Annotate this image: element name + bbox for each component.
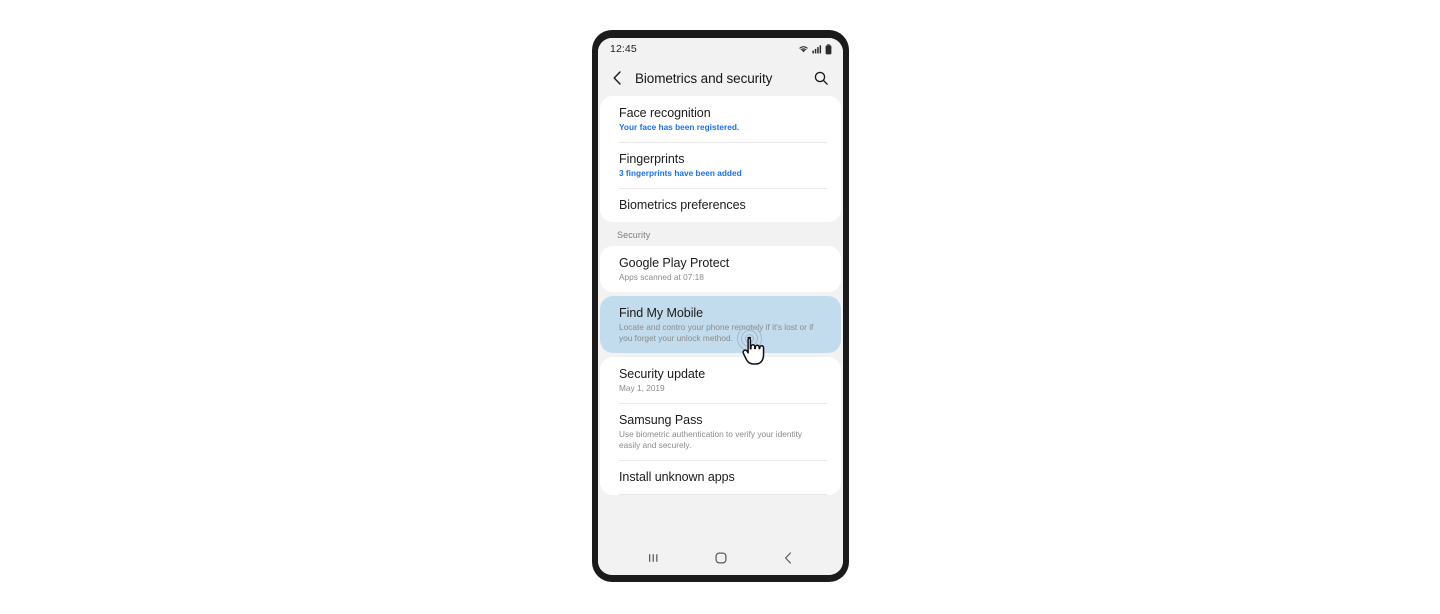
list-bottom-divider xyxy=(600,494,841,495)
settings-group-security-misc: Security update May 1, 2019 Samsung Pass… xyxy=(600,357,841,495)
search-icon[interactable] xyxy=(811,68,831,88)
page-title: Biometrics and security xyxy=(635,70,773,86)
settings-row-find-my-mobile[interactable]: Find My Mobile Locate and contro your ph… xyxy=(600,296,841,353)
navigation-bar xyxy=(598,541,843,575)
row-subtitle: May 1, 2019 xyxy=(619,383,665,393)
settings-row-fingerprints[interactable]: Fingerprints 3 fingerprints have been ad… xyxy=(600,142,841,188)
settings-group-play-protect: Google Play Protect Apps scanned at 07:1… xyxy=(600,246,841,292)
settings-row-biometrics-preferences[interactable]: Biometrics preferences xyxy=(600,188,841,222)
row-title: Install unknown apps xyxy=(619,470,735,484)
row-subtitle: Apps scanned at 07:18 xyxy=(619,272,704,282)
app-bar: Biometrics and security xyxy=(598,60,843,96)
status-bar: 12:45 xyxy=(598,38,843,60)
row-subtitle: 3 fingerprints have been added xyxy=(619,168,742,178)
phone-device-frame: 12:45 Biometrics and security Face recog… xyxy=(592,30,849,582)
home-icon[interactable] xyxy=(704,544,738,572)
wifi-icon xyxy=(798,44,809,54)
row-title: Security update xyxy=(619,367,706,381)
row-subtitle: Locate and contro your phone remotely if… xyxy=(619,322,814,343)
recents-icon[interactable] xyxy=(637,544,671,572)
screenshot-canvas: 12:45 Biometrics and security Face recog… xyxy=(0,0,1440,614)
settings-list[interactable]: Face recognition Your face has been regi… xyxy=(598,96,843,541)
settings-group-biometrics: Face recognition Your face has been regi… xyxy=(600,96,841,222)
row-title: Google Play Protect xyxy=(619,256,730,270)
settings-row-face-recognition[interactable]: Face recognition Your face has been regi… xyxy=(600,96,841,142)
cellular-signal-icon xyxy=(812,44,822,54)
row-subtitle: Use biometric authentication to verify y… xyxy=(619,429,803,450)
section-header-security: Security xyxy=(598,222,843,246)
status-bar-clock: 12:45 xyxy=(610,43,637,55)
settings-group-find-my-mobile: Find My Mobile Locate and contro your ph… xyxy=(600,296,841,353)
settings-row-google-play-protect[interactable]: Google Play Protect Apps scanned at 07:1… xyxy=(600,246,841,292)
row-title: Biometrics preferences xyxy=(619,198,746,212)
row-title: Find My Mobile xyxy=(619,306,704,320)
back-icon[interactable] xyxy=(771,544,805,572)
status-bar-icons xyxy=(798,43,832,55)
settings-row-install-unknown-apps[interactable]: Install unknown apps xyxy=(600,460,841,494)
phone-screen: 12:45 Biometrics and security Face recog… xyxy=(598,38,843,575)
row-title: Fingerprints xyxy=(619,152,685,166)
row-title: Samsung Pass xyxy=(619,413,703,427)
settings-row-samsung-pass[interactable]: Samsung Pass Use biometric authenticatio… xyxy=(600,403,841,460)
battery-icon xyxy=(825,43,832,55)
chevron-left-icon[interactable] xyxy=(607,68,627,88)
settings-row-security-update[interactable]: Security update May 1, 2019 xyxy=(600,357,841,403)
row-title: Face recognition xyxy=(619,106,711,120)
row-subtitle: Your face has been registered. xyxy=(619,122,740,132)
